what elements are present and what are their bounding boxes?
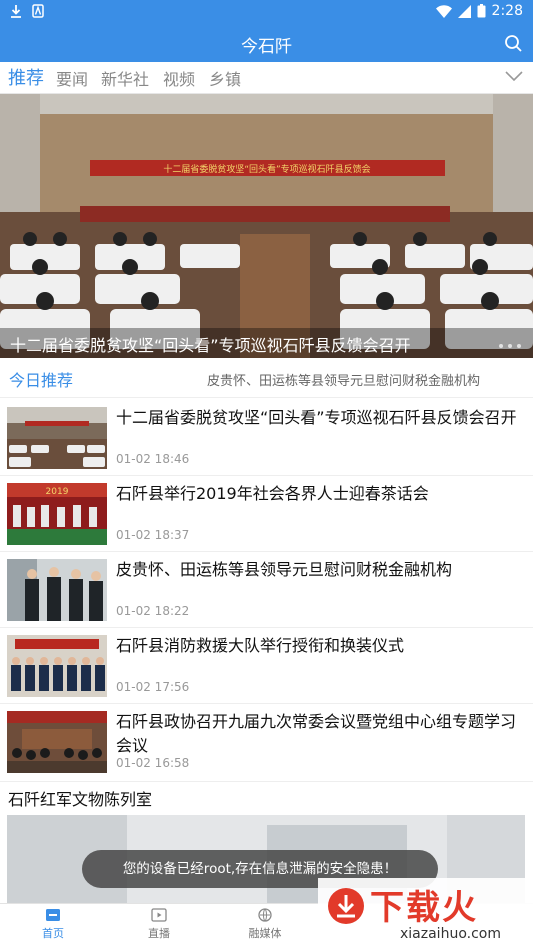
- news-time: 01-02 18:46: [116, 452, 190, 466]
- battery-icon: [477, 4, 486, 18]
- download-logo-icon: [328, 888, 364, 924]
- banner-image: 十二届省委脱贫攻坚“回头看”专项巡视石阡县反馈会: [0, 94, 533, 358]
- news-item[interactable]: 皮贵怀、田运栋等县领导元旦慰问财税金融机构 01-02 18:22: [0, 552, 533, 628]
- news-item[interactable]: 石阡县政协召开九届九次常委会议暨党组中心组专题学习会议 01-02 16:58: [0, 704, 533, 782]
- news-title: 石阡县举行2019年社会各界人士迎春茶话会: [116, 484, 429, 503]
- news-title: 皮贵怀、田运栋等县领导元旦慰问财税金融机构: [116, 560, 453, 579]
- tab-headlines[interactable]: 要闻: [56, 66, 88, 90]
- channel-tabs: 推荐 要闻 新华社 视频 乡镇: [0, 62, 533, 94]
- status-bar: 2:28: [0, 0, 533, 24]
- news-thumbnail: 2019: [7, 483, 107, 545]
- chevron-down-icon[interactable]: [505, 70, 523, 82]
- site-watermark: 下载火 xiazaihuo.com: [318, 878, 533, 948]
- tab-towns[interactable]: 乡镇: [209, 66, 241, 90]
- nav-home[interactable]: 首页: [23, 908, 83, 941]
- home-icon: [46, 909, 60, 921]
- banner-caption: 十二届省委脱贫攻坚“回头看”专项巡视石阡县反馈会召开: [0, 328, 533, 358]
- nav-home-label: 首页: [42, 927, 64, 940]
- today-recommend-bar: 今日推荐 皮贵怀、田运栋等县领导元旦慰问财税金融机构: [0, 358, 533, 398]
- today-recommend-label: 今日推荐: [9, 371, 74, 390]
- news-thumbnail: [7, 711, 107, 773]
- headline-ticker[interactable]: 皮贵怀、田运栋等县领导元旦慰问财税金融机构: [207, 370, 480, 389]
- news-title: 石阡县消防救援大队举行授衔和换装仪式: [116, 636, 405, 655]
- wifi-icon: [435, 4, 452, 18]
- banner-carousel[interactable]: 十二届省委脱贫攻坚“回头看”专项巡视石阡县反馈会 十二届省委脱贫攻坚“回头看”专…: [0, 94, 533, 358]
- section-title: 石阡红军文物陈列室: [8, 790, 153, 809]
- signal-icon: [457, 4, 471, 18]
- news-title: 石阡县政协召开九届九次常委会议暨党组中心组专题学习会议: [116, 712, 517, 755]
- carousel-dot: [517, 344, 521, 348]
- news-thumbnail: [7, 635, 107, 697]
- app-title: 今石阡: [241, 37, 292, 57]
- tab-recommend[interactable]: 推荐: [8, 64, 44, 90]
- nav-media-label: 融媒体: [248, 927, 282, 940]
- nav-live-label: 直播: [148, 927, 170, 940]
- live-icon: [151, 908, 167, 922]
- news-thumbnail: [7, 407, 107, 469]
- news-title: 十二届省委脱贫攻坚“回头看”专项巡视石阡县反馈会召开: [116, 408, 517, 427]
- status-time: 2:28: [491, 3, 523, 19]
- news-item[interactable]: 十二届省委脱贫攻坚“回头看”专项巡视石阡县反馈会召开 01-02 18:46: [0, 400, 533, 476]
- search-icon[interactable]: [503, 33, 523, 53]
- download-icon: [11, 5, 21, 18]
- app-notification-icon: [32, 4, 44, 18]
- watermark-brand: 下载火: [370, 888, 478, 928]
- news-item[interactable]: 2019 石阡县举行2019年社会各界人士迎春茶话会 01-02 18:37: [0, 476, 533, 552]
- tab-video[interactable]: 视频: [163, 66, 195, 90]
- news-time: 01-02 18:37: [116, 528, 190, 542]
- watermark-site: xiazaihuo.com: [400, 926, 501, 942]
- news-thumbnail: [7, 559, 107, 621]
- media-icon: [258, 908, 272, 922]
- news-time: 01-02 17:56: [116, 680, 190, 694]
- news-item[interactable]: 石阡县消防救援大队举行授衔和换装仪式 01-02 17:56: [0, 628, 533, 704]
- banner-image-text: 十二届省委脱贫攻坚“回头看”专项巡视石阡县反馈会: [163, 163, 370, 175]
- carousel-dot: [508, 344, 512, 348]
- carousel-dot: [499, 344, 503, 348]
- nav-media[interactable]: 融媒体: [235, 908, 295, 941]
- news-time: 01-02 18:22: [116, 604, 190, 618]
- carousel-indicator: [499, 344, 521, 348]
- nav-live[interactable]: 直播: [129, 908, 189, 941]
- app-bar: 今石阡: [0, 24, 533, 62]
- news-thumbnail-text: 2019: [46, 487, 69, 497]
- tab-xinhua[interactable]: 新华社: [101, 66, 149, 90]
- news-time: 01-02 16:58: [116, 756, 190, 770]
